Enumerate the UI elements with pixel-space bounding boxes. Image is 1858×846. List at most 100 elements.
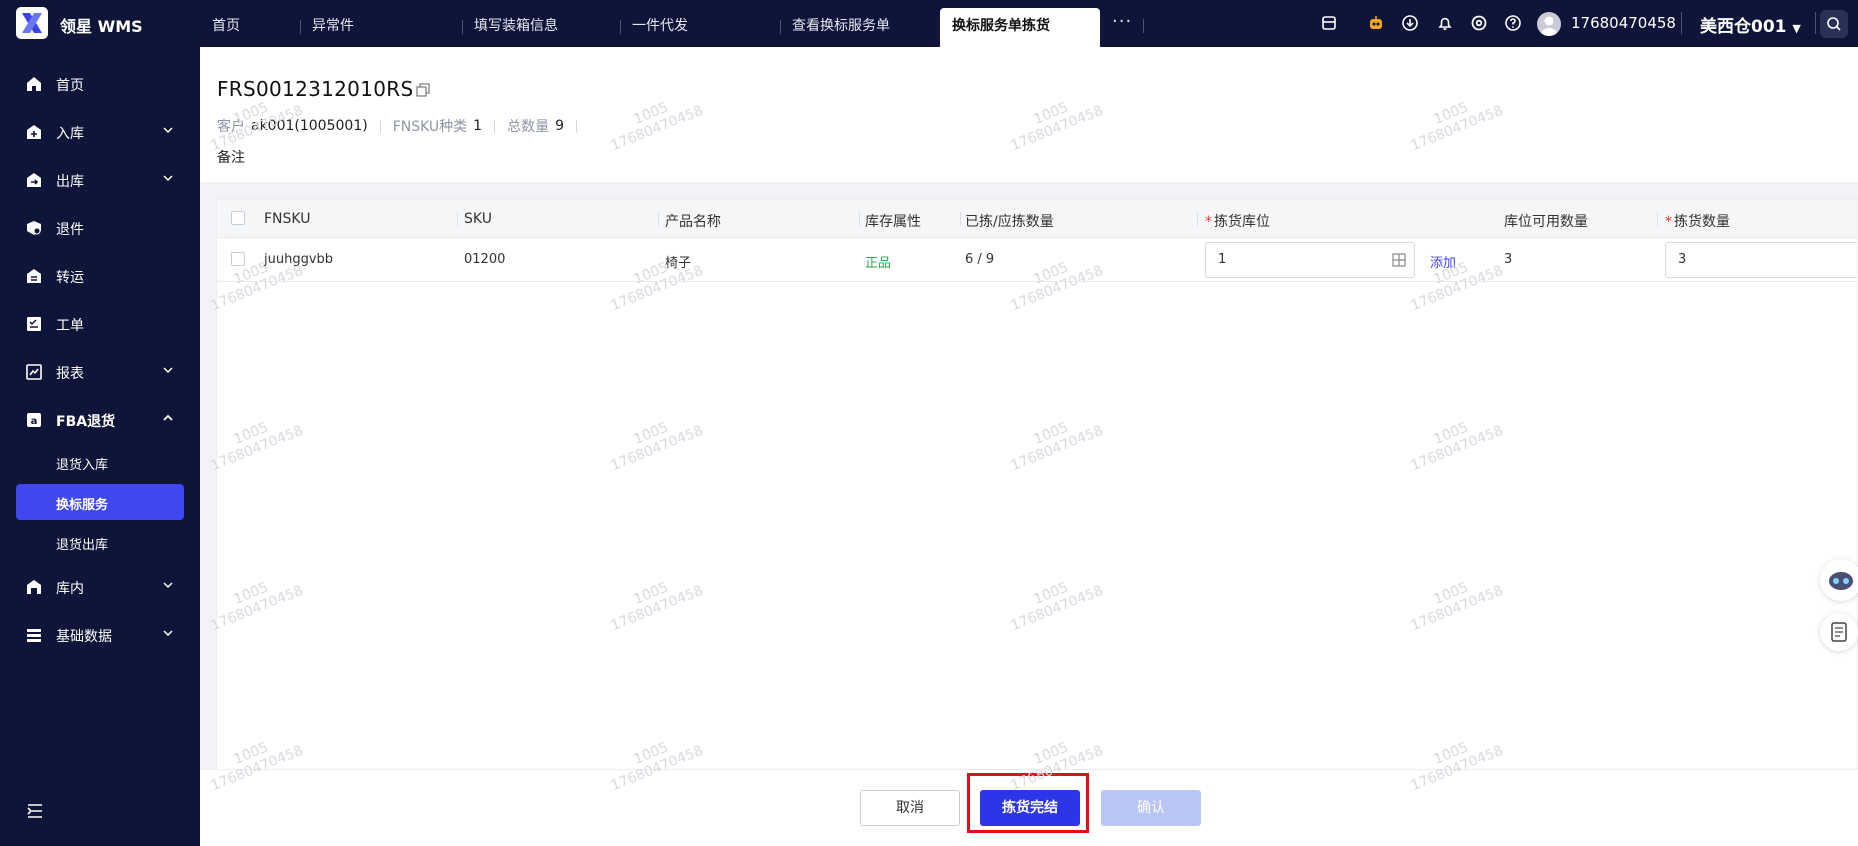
ai-assistant-button[interactable] — [1820, 559, 1858, 601]
sidebar-item-reports[interactable]: 报表 — [16, 355, 184, 389]
col-divider — [859, 212, 860, 226]
user-phone[interactable]: 17680470458 — [1571, 14, 1676, 32]
copy-icon[interactable] — [416, 83, 430, 97]
divider — [1681, 12, 1682, 34]
download-icon[interactable] — [1401, 14, 1419, 32]
col-fnsku: FNSKU — [264, 211, 311, 227]
robot-icon[interactable] — [1367, 14, 1385, 32]
sidebar-item-label: 基础数据 — [56, 629, 112, 645]
logo-icon — [16, 7, 48, 39]
cell-stock-attr: 正品 — [865, 256, 892, 271]
help-icon[interactable] — [1504, 14, 1522, 32]
grid-select-icon[interactable] — [1392, 253, 1406, 267]
select-all-checkbox[interactable] — [231, 211, 245, 225]
search-button[interactable] — [1820, 10, 1848, 38]
sidebar-item-label: 报表 — [56, 366, 84, 382]
app-name: 领星 WMS — [60, 17, 143, 36]
sidebar-item-workorder[interactable]: 工单 — [16, 307, 184, 341]
outbound-icon — [27, 173, 41, 187]
tab-home[interactable]: 首页 — [200, 8, 302, 47]
confirm-button[interactable]: 确认 — [1101, 790, 1201, 826]
footer-actions: 取消 拣货完结 确认 — [200, 769, 1858, 846]
col-product-name: 产品名称 — [665, 214, 721, 230]
add-location-link[interactable]: 添加 — [1430, 252, 1456, 271]
chevron-down-icon: ▼ — [1792, 22, 1801, 35]
data-icon — [27, 629, 41, 642]
col-sku: SKU — [464, 211, 492, 227]
user-avatar[interactable] — [1537, 12, 1561, 36]
total-qty-label: 总数量 — [507, 119, 550, 135]
fnsku-count-value: 1 — [473, 118, 483, 134]
store-icon[interactable] — [1320, 14, 1338, 32]
home-icon — [27, 77, 41, 91]
col-pick-location-label: 拣货库位 — [1214, 214, 1270, 230]
bell-icon[interactable] — [1436, 14, 1454, 32]
main-content: FRS0012312010RS 客户 ak001(1005001) FNSKU种类 1… — [200, 47, 1858, 846]
sidebar-item-label: 库内 — [56, 581, 84, 597]
sidebar-item-label: 入库 — [56, 126, 84, 142]
sidebar-sub-return-outbound[interactable]: 退货出库 — [16, 524, 184, 560]
sidebar-item-fba-returns[interactable]: a FBA退货 — [16, 403, 184, 437]
row-checkbox[interactable] — [231, 252, 245, 266]
inbound-icon — [27, 125, 41, 139]
sidebar-item-outbound[interactable]: 出库 — [16, 163, 184, 197]
svg-text:a: a — [31, 416, 38, 427]
sidebar-item-label: 出库 — [56, 174, 84, 190]
tab-exceptions[interactable]: 异常件 — [300, 8, 458, 47]
pick-qty-input[interactable] — [1678, 252, 1828, 267]
chevron-up-icon — [163, 414, 173, 421]
tab-view-relabel[interactable]: 查看换标服务单 — [780, 8, 938, 47]
col-pick-location: * 拣货库位 — [1205, 211, 1270, 231]
required-mark: * — [1665, 214, 1672, 230]
col-divider — [960, 212, 961, 226]
top-bar: 领星 WMS 首页 异常件 填写装箱信息 一件代发 查看换标服务单 换标服务单拣… — [0, 0, 1858, 47]
pick-location-field[interactable] — [1205, 242, 1415, 278]
divider — [379, 119, 381, 133]
warehouse-selector[interactable]: 美西仓001 ▼ — [1700, 12, 1801, 37]
sidebar-item-transfer[interactable]: 转运 — [16, 259, 184, 293]
chevron-down-icon — [163, 175, 173, 182]
customer-label: 客户 — [217, 119, 245, 135]
notes-button[interactable] — [1820, 613, 1858, 651]
settings-icon[interactable] — [1470, 14, 1488, 32]
chevron-down-icon — [163, 630, 173, 637]
col-picked-qty: 已拣/应拣数量 — [965, 214, 1054, 230]
col-available-qty: 库位可用数量 — [1504, 214, 1588, 230]
tab-relabel-picking[interactable]: 换标服务单拣货 — [940, 8, 1100, 47]
return-icon — [27, 221, 41, 235]
sidebar-item-inventory[interactable]: 库内 — [16, 570, 184, 604]
sidebar-sub-relabel-service[interactable]: 换标服务 — [16, 484, 184, 520]
tab-dropship[interactable]: 一件代发 — [620, 8, 778, 47]
cell-fnsku: juuhggvbb — [264, 252, 334, 267]
divider — [494, 119, 496, 133]
divider — [1815, 12, 1816, 34]
more-tabs-icon[interactable]: ··· — [1112, 11, 1132, 32]
sidebar-item-returns[interactable]: 退件 — [16, 211, 184, 245]
customer-value: ak001(1005001) — [251, 118, 368, 134]
sidebar-item-basic-data[interactable]: 基础数据 — [16, 618, 184, 652]
collapse-sidebar-icon[interactable] — [26, 802, 44, 820]
workorder-icon — [27, 317, 41, 331]
pick-qty-field[interactable] — [1665, 242, 1857, 278]
sidebar-item-label: FBA退货 — [56, 414, 116, 430]
col-divider — [1657, 212, 1658, 226]
fba-icon: a — [27, 413, 41, 427]
sidebar-item-label: 工单 — [56, 318, 84, 334]
pick-location-input[interactable] — [1218, 252, 1368, 267]
finish-picking-button[interactable]: 拣货完结 — [980, 790, 1080, 826]
cell-available-qty: 3 — [1504, 252, 1513, 267]
robot-icon — [1829, 572, 1853, 590]
cancel-button[interactable]: 取消 — [860, 790, 960, 826]
sidebar-item-home[interactable]: 首页 — [16, 67, 184, 101]
col-stock-attr: 库存属性 — [865, 214, 921, 230]
sidebar-item-inbound[interactable]: 入库 — [16, 115, 184, 149]
sidebar-sub-return-inbound[interactable]: 退货入库 — [16, 444, 184, 480]
fnsku-count-label: FNSKU种类 — [392, 119, 468, 135]
search-icon — [1827, 17, 1841, 31]
col-pick-qty: * 拣货数量 — [1665, 211, 1730, 231]
cell-picked-qty: 6 / 9 — [965, 252, 995, 267]
transfer-icon — [27, 269, 41, 283]
sidebar-sub-label: 退货出库 — [56, 538, 109, 553]
cell-sku: 01200 — [464, 252, 506, 267]
tab-packing-info[interactable]: 填写装箱信息 — [462, 8, 620, 47]
